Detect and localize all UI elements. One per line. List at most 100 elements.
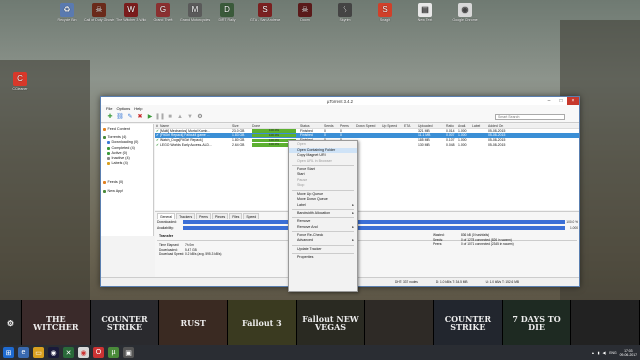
sidebar-item[interactable]: Labels (4) [103, 161, 151, 166]
game-tile[interactable]: ⚙ [0, 300, 22, 345]
desktop-icon[interactable]: G Grand Theft [148, 3, 178, 22]
desktop-icon[interactable]: ◉ Google Chrome [450, 3, 480, 22]
context-menu-item: Stop [289, 183, 357, 189]
column-header[interactable]: Added On [487, 124, 517, 128]
context-menu-label: Remove And [297, 224, 318, 229]
detail-tab[interactable]: General [157, 213, 176, 219]
desktop-icon-label: CCleaner [12, 87, 28, 91]
menu-help[interactable]: Help [134, 106, 142, 111]
ie-icon[interactable]: e [18, 347, 29, 358]
remove-icon[interactable]: ✖ [136, 113, 144, 121]
desktop-icon[interactable]: ☠ Call of Duty Ghosts [84, 3, 114, 22]
start-windows-icon[interactable]: ⊞ [3, 347, 14, 358]
language-indicator[interactable]: ENG [609, 351, 616, 355]
tray-up-arrow-icon[interactable]: ▲ [591, 351, 594, 355]
game-tile[interactable]: 7 DAYS TO DIE [502, 300, 572, 345]
game-tile[interactable] [365, 300, 435, 345]
desktop-icon[interactable]: ▤ New Text [410, 3, 440, 22]
desktop-icon[interactable]: WThe Witcher 3 Wild Hunt [116, 3, 146, 22]
desktop-icon[interactable]: ♻ Recycle Bin [52, 3, 82, 22]
sidebar-item-label: Labels (4) [111, 161, 128, 166]
desktop-icon-label: DiRT Rally [218, 18, 236, 22]
clock[interactable]: 17:03 09-06-2017 [620, 349, 637, 357]
detail-tab[interactable]: Files [229, 213, 243, 219]
volume-icon[interactable]: ◀) [603, 351, 607, 355]
add-url-icon[interactable]: ⛓ [116, 113, 124, 121]
column-header[interactable]: Seeds [323, 124, 339, 128]
column-header[interactable]: Ratio [445, 124, 457, 128]
utorrent-taskbar-icon[interactable]: µ [108, 347, 119, 358]
game-tile[interactable]: THE WITCHER [22, 300, 91, 345]
game-tile[interactable]: Fallout 3 [228, 300, 297, 345]
transfer-heading: Transfer [157, 232, 577, 241]
detail-tab[interactable]: Pieces [212, 213, 229, 219]
detail-tab[interactable]: Peers [196, 213, 211, 219]
column-header[interactable]: Label [471, 124, 487, 128]
context-menu-item[interactable]: Bandwidth Allocation ▸ [289, 211, 357, 217]
torrent-avail: 1.000 [458, 142, 467, 147]
dirt-icon: D [220, 3, 234, 17]
game-tile[interactable]: COUNTER STRIKE [90, 300, 160, 345]
column-header[interactable]: Avail. [457, 124, 471, 128]
move-up-icon[interactable]: ▲ [176, 113, 184, 121]
context-menu-item[interactable]: Remove And ▸ [289, 225, 357, 231]
add-torrent-icon[interactable]: ✚ [106, 113, 114, 121]
context-menu-item[interactable]: Advanced ▸ [289, 238, 357, 244]
steam-icon[interactable]: ◉ [48, 347, 59, 358]
recycle-bin-icon: ♻ [60, 3, 74, 17]
minimize-button[interactable]: – [543, 97, 555, 105]
snagit-icon: S [378, 3, 392, 17]
xbox-icon[interactable]: ✕ [63, 347, 74, 358]
desktop-icon[interactable]: ᛊ Skyrim [330, 3, 360, 22]
torrent-added: 05-08-2015 [488, 142, 506, 147]
desktop-icon[interactable]: S Snagit [370, 3, 400, 22]
app-icon[interactable]: ▣ [123, 347, 134, 358]
column-header[interactable]: Done [251, 124, 299, 128]
progress-bar: 100.0% [252, 129, 296, 133]
column-header[interactable]: Status [299, 124, 323, 128]
chrome-icon[interactable]: ◉ [78, 347, 89, 358]
desktop-icon[interactable]: D DiRT Rally [212, 3, 242, 22]
settings-gear-icon[interactable]: ⚙ [196, 113, 204, 121]
game-tile[interactable]: Fallout NEW VEGAS [296, 300, 366, 345]
torrent-size: 2.64 GB [232, 142, 245, 147]
menu-file[interactable]: File [106, 106, 112, 111]
sidebar-item[interactable]: Feeds (0) [103, 180, 151, 185]
context-menu-label: Open Containing Folder [297, 147, 336, 152]
column-header[interactable]: Down Speed [355, 124, 381, 128]
start-icon[interactable]: ▶ [146, 113, 154, 121]
column-header[interactable]: Size [231, 124, 251, 128]
network-icon[interactable]: ▮ [598, 351, 600, 355]
column-header[interactable]: Peers [339, 124, 355, 128]
detail-tab[interactable]: Trackers [176, 213, 196, 219]
sidebar-item[interactable]: New App! [103, 189, 151, 194]
search-input[interactable]: Smart Search [495, 114, 565, 120]
desktop-icon[interactable]: ☠ Doom [290, 3, 320, 22]
desktop-icon[interactable]: M Grand Motorcycles [180, 3, 210, 22]
move-down-icon[interactable]: ▼ [186, 113, 194, 121]
pause-icon[interactable]: ❚❚ [155, 113, 165, 121]
context-menu-item[interactable]: Update Tracker [289, 247, 357, 253]
context-menu-item[interactable]: Properties [289, 255, 357, 261]
column-header[interactable]: Name [159, 124, 231, 128]
menu-options[interactable]: Options [116, 106, 130, 111]
detail-panel: General Trackers Peers Pieces Files Speed Dow… [155, 211, 579, 279]
file-explorer-icon[interactable]: ▭ [33, 347, 44, 358]
torrent-row[interactable]: ✔ LEGO Worlds Early Access-ALD... 2.64 GB 1… [155, 143, 579, 148]
column-header[interactable]: Up Speed [381, 124, 403, 128]
game-tile[interactable]: RUST [159, 300, 229, 345]
column-header[interactable]: ETA [403, 124, 417, 128]
create-torrent-icon[interactable]: ✎ [126, 113, 134, 121]
close-button[interactable]: × [567, 97, 579, 105]
context-menu-item[interactable]: Label ▸ [289, 203, 357, 209]
game-tile[interactable]: COUNTER STRIKE [434, 300, 503, 345]
detail-tab[interactable]: Speed [243, 213, 260, 219]
desktop-icon[interactable]: S GTA - San Andreas [250, 3, 280, 22]
maximize-button[interactable]: □ [555, 97, 567, 105]
stop-icon[interactable]: ■ [166, 113, 174, 121]
sidebar-feed-content[interactable]: Feed Content [103, 127, 151, 132]
opera-icon[interactable]: O [93, 347, 104, 358]
game-tile[interactable] [571, 300, 640, 345]
desktop-icon[interactable]: C CCleaner [5, 72, 35, 91]
column-header[interactable]: Uploaded [417, 124, 445, 128]
